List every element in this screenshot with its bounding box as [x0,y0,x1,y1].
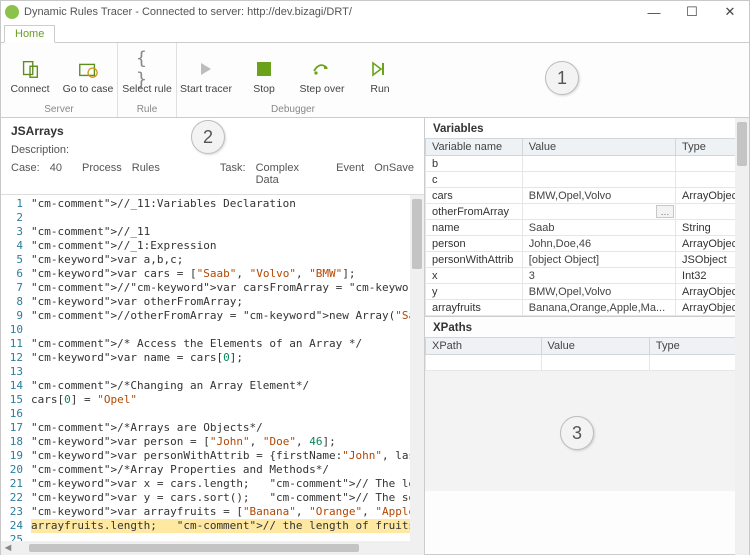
variables-row[interactable]: personJohn,Doe,46ArrayObject [426,236,749,252]
xpaths-body: 3 [425,371,749,491]
stop-label: Stop [253,83,275,95]
variables-panel: Variables Variable nameValueTypebccarsBM… [425,118,749,317]
process-label: Process [82,162,122,186]
connect-button[interactable]: Connect [1,43,59,103]
case-icon [77,58,99,80]
callout-2: 2 [191,120,225,154]
variables-row[interactable]: nameSaabString [426,220,749,236]
variables-col-header[interactable]: Variable name [426,139,523,156]
case-value: 40 [50,162,62,186]
selectrule-label: Select rule [122,83,172,95]
stop-icon [253,58,275,80]
gotocase-button[interactable]: Go to case [59,43,117,103]
task-value: Complex Data [256,162,317,186]
gotocase-label: Go to case [63,83,114,95]
variables-row[interactable]: arrayfruitsBanana,Orange,Apple,Ma...Arra… [426,300,749,316]
variables-title: Variables [425,118,749,138]
xpaths-col-header[interactable]: Type [649,338,748,355]
braces-icon: { } [136,58,158,80]
case-label: Case: [11,162,40,186]
code-editor[interactable]: 1234567891011121314151617181920212223242… [1,194,424,541]
starttracer-label: Start tracer [180,83,232,95]
variables-row[interactable]: personWithAttrib[object Object]JSObject [426,252,749,268]
process-value: Rules [132,162,160,186]
group-rule-label: Rule [118,103,176,117]
titlebar: Dynamic Rules Tracer - Connected to serv… [1,1,749,23]
xpaths-col-header[interactable]: XPath [426,338,542,355]
ribbon-tabstrip: Home [1,23,749,43]
description-label: Description: [11,144,69,156]
tab-home[interactable]: Home [4,25,55,43]
code-gutter: 1234567891011121314151617181920212223242… [1,195,27,541]
callout-3: 3 [560,416,594,450]
xpaths-grid[interactable]: XPathValueType [425,337,749,371]
xpaths-col-header[interactable]: Value [541,338,649,355]
window-controls: — ☐ ✕ [635,1,749,23]
right-panel: Variables Variable nameValueTypebccarsBM… [425,118,749,555]
xpaths-row[interactable] [426,355,749,371]
variables-grid[interactable]: Variable nameValueTypebccarsBMW,Opel,Vol… [425,138,749,316]
variables-row[interactable]: x3Int32 [426,268,749,284]
xpaths-title: XPaths [425,317,749,337]
variables-row[interactable]: otherFromArray… [426,204,749,220]
window-title: Dynamic Rules Tracer - Connected to serv… [24,6,635,18]
run-button[interactable]: Run [351,43,409,103]
minimize-button[interactable]: — [635,1,673,23]
variables-row[interactable]: carsBMW,Opel,VolvoArrayObject [426,188,749,204]
code-hscroll[interactable]: ◄ [1,541,424,555]
ribbon-group-rule: { } Select rule Rule [118,43,177,117]
group-debugger-label: Debugger [177,103,409,117]
variables-col-header[interactable]: Value [522,139,675,156]
ribbon-group-debugger: Start tracer Stop Step over Run Debugger [177,43,409,117]
task-label: Task: [220,162,246,186]
run-label: Run [370,83,389,95]
ribbon-group-server: Connect Go to case Server [1,43,118,117]
play-icon [195,58,217,80]
code-body[interactable]: "cm-comment">//_11:Variables Declaration… [27,195,424,541]
rule-header: JSArrays Description: Case: 40 Process R… [1,118,424,194]
connect-icon [19,58,41,80]
xpaths-panel: XPaths XPathValueType 3 [425,317,749,555]
starttracer-button[interactable]: Start tracer [177,43,235,103]
event-value: OnSave [374,162,414,186]
group-server-label: Server [1,103,117,117]
stepover-button[interactable]: Step over [293,43,351,103]
ribbon: Connect Go to case Server { } Select rul… [1,43,749,118]
maximize-button[interactable]: ☐ [673,1,711,23]
stepover-icon [311,58,333,80]
left-panel: JSArrays Description: Case: 40 Process R… [1,118,425,555]
main-split: JSArrays Description: Case: 40 Process R… [1,118,749,555]
event-label: Event [336,162,364,186]
close-button[interactable]: ✕ [711,1,749,23]
selectrule-button[interactable]: { } Select rule [118,43,176,103]
code-vscroll[interactable] [410,195,424,541]
connect-label: Connect [10,83,49,95]
variables-row[interactable]: c [426,172,749,188]
ellipsis-button[interactable]: … [656,205,674,218]
callout-1: 1 [545,61,579,95]
variables-row[interactable]: b [426,156,749,172]
variables-row[interactable]: yBMW,Opel,VolvoArrayObject [426,284,749,300]
run-icon [369,58,391,80]
app-icon [5,5,19,19]
stop-button[interactable]: Stop [235,43,293,103]
stepover-label: Step over [300,83,345,95]
right-vscroll[interactable] [735,118,749,555]
